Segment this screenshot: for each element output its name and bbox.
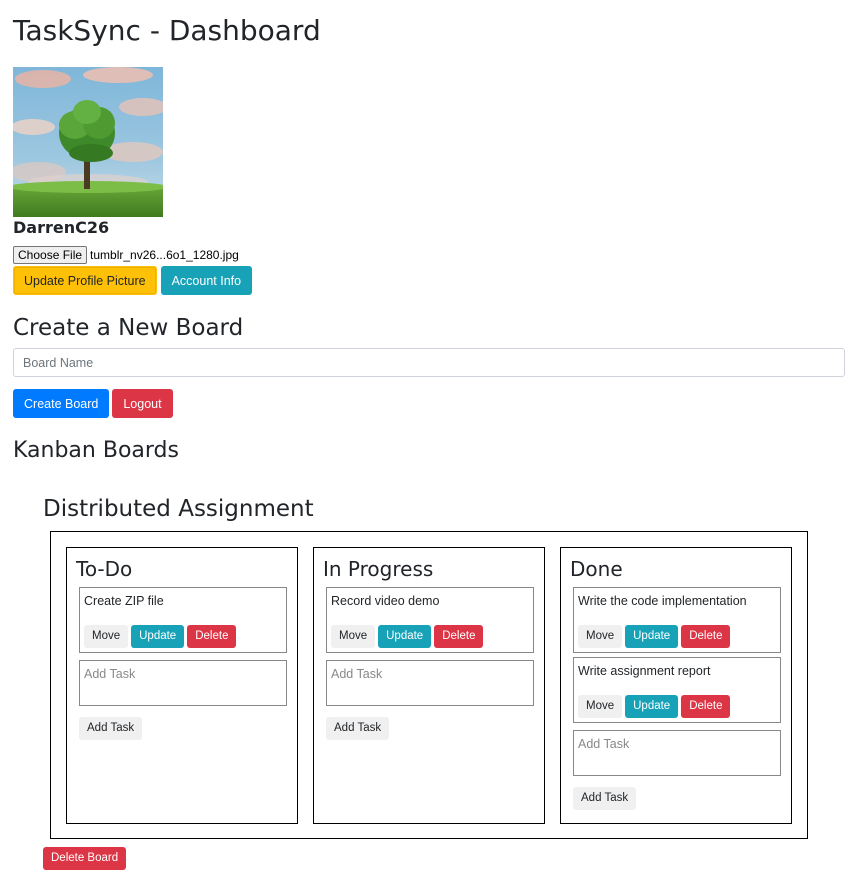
add-task-textarea[interactable]: Add Task (573, 730, 781, 776)
task-card: Create ZIP file Move Update Delete (79, 587, 287, 653)
create-board-button[interactable]: Create Board (13, 389, 110, 418)
board-name-input[interactable] (13, 348, 845, 377)
file-picker[interactable]: Choose File tumblr_nv26...6o1_1280.jpg (13, 246, 239, 264)
delete-task-button[interactable]: Delete (434, 625, 484, 648)
page-title: TaskSync - Dashboard (13, 14, 321, 47)
update-task-button[interactable]: Update (131, 625, 185, 648)
profile-picture-tree-image (13, 67, 163, 217)
avatar (13, 67, 163, 217)
move-task-button[interactable]: Move (331, 625, 376, 648)
delete-task-button[interactable]: Delete (681, 695, 731, 718)
column-todo: To-Do Create ZIP file Move Update Delete… (66, 547, 298, 824)
task-card: Write assignment report Move Update Dele… (573, 657, 781, 723)
task-card: Write the code implementation Move Updat… (573, 587, 781, 653)
kanban-board: To-Do Create ZIP file Move Update Delete… (50, 531, 808, 839)
create-board-heading: Create a New Board (13, 315, 244, 341)
board-actions: Create Board Logout (13, 389, 173, 418)
username: DarrenC26 (13, 218, 110, 237)
task-name: Write the code implementation (578, 594, 747, 608)
column-done: Done Write the code implementation Move … (560, 547, 792, 824)
column-title: To-Do (76, 557, 133, 581)
delete-task-button[interactable]: Delete (681, 625, 731, 648)
board-title: Distributed Assignment (43, 496, 314, 522)
add-task-textarea[interactable]: Add Task (79, 660, 287, 706)
add-task-button[interactable]: Add Task (573, 787, 637, 810)
task-name: Create ZIP file (84, 594, 164, 608)
add-task-button[interactable]: Add Task (326, 717, 390, 740)
add-task-button[interactable]: Add Task (79, 717, 143, 740)
task-card: Record video demo Move Update Delete (326, 587, 534, 653)
update-task-button[interactable]: Update (625, 625, 679, 648)
column-title: Done (570, 557, 623, 581)
update-task-button[interactable]: Update (625, 695, 679, 718)
column-title: In Progress (323, 557, 434, 581)
move-task-button[interactable]: Move (84, 625, 129, 648)
delete-task-button[interactable]: Delete (187, 625, 237, 648)
update-profile-picture-button[interactable]: Update Profile Picture (13, 266, 157, 295)
move-task-button[interactable]: Move (578, 625, 623, 648)
delete-board-button[interactable]: Delete Board (43, 847, 127, 870)
selected-file-name: tumblr_nv26...6o1_1280.jpg (90, 248, 239, 262)
move-task-button[interactable]: Move (578, 695, 623, 718)
task-name: Record video demo (331, 594, 440, 608)
task-name: Write assignment report (578, 664, 711, 678)
update-task-button[interactable]: Update (378, 625, 432, 648)
profile-actions: Update Profile Picture Account Info (13, 266, 253, 295)
kanban-boards-heading: Kanban Boards (13, 438, 179, 463)
add-task-textarea[interactable]: Add Task (326, 660, 534, 706)
account-info-button[interactable]: Account Info (160, 266, 253, 295)
logout-button[interactable]: Logout (112, 389, 173, 418)
column-in-progress: In Progress Record video demo Move Updat… (313, 547, 545, 824)
choose-file-button[interactable]: Choose File (13, 246, 88, 264)
